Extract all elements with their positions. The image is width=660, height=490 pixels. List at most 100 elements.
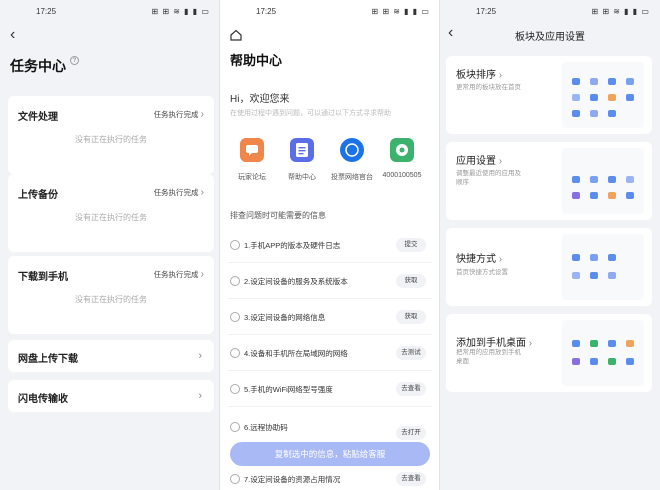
question-row: 2.设定间设备的服务及系统版本 获取 (228, 272, 432, 292)
question-row: 3.设定间设备的网络信息 获取 (228, 308, 432, 328)
preview-icon (608, 176, 616, 183)
preview-icon (608, 192, 616, 199)
circle-logo-icon (340, 138, 364, 162)
home-icon[interactable] (230, 28, 242, 41)
phone-icon (390, 138, 414, 162)
help-icon[interactable]: ? (70, 56, 79, 65)
preview-icon (572, 176, 580, 183)
chevron-right-icon: › (200, 269, 204, 280)
preview-icon (590, 94, 598, 101)
preview-icon (572, 94, 580, 101)
separator (228, 298, 432, 299)
radio-button[interactable] (230, 312, 240, 322)
preview-icon (626, 340, 634, 347)
separator (228, 406, 432, 407)
preview-icon (626, 358, 634, 365)
preview-icon (590, 176, 598, 183)
back-button[interactable]: ‹ (10, 26, 15, 44)
preview-icon (572, 78, 580, 85)
task-complete-link[interactable]: 任务执行完成 › (154, 269, 204, 280)
question-text: 3.设定间设备的网络信息 (244, 313, 326, 322)
preview-thumbnail (562, 234, 644, 300)
task-complete-link[interactable]: 任务执行完成 › (154, 109, 204, 120)
preview-icon (626, 78, 634, 85)
chat-icon (240, 138, 264, 162)
card-description: 把常用的应用放到手机桌面 (456, 349, 521, 365)
status-icons: ⊞ ⊞ ≋ ▮ ▮ ▭ (591, 7, 650, 16)
preview-icon (590, 192, 598, 199)
radio-button[interactable] (230, 384, 240, 394)
status-time: 17:25 (36, 7, 57, 16)
separator (228, 334, 432, 335)
preview-icon (626, 192, 634, 199)
app-label: 帮助中心 (288, 174, 316, 181)
radio-button[interactable] (230, 348, 240, 358)
task-center-screen: 17:25 ⊞ ⊞ ≋ ▮ ▮ ▭ ‹ 任务中心? 文件处理 任务执行完成 › … (0, 0, 220, 490)
question-action-button[interactable]: 获取 (396, 310, 426, 324)
task-complete-link[interactable]: 任务执行完成 › (154, 187, 204, 198)
radio-button[interactable] (230, 474, 240, 484)
section-label: 排查问题时可能需要的信息 (230, 211, 326, 220)
question-text: 2.设定间设备的服务及系统版本 (244, 277, 348, 286)
preview-icon (590, 272, 598, 279)
link-text: 任务执行完成 (153, 110, 199, 119)
radio-button[interactable] (230, 276, 240, 286)
app-label: 玩家论坛 (238, 174, 266, 181)
app-hotline[interactable]: 4000100505 (378, 138, 426, 179)
task-card-file-processing: 文件处理 任务执行完成 › 没有正在执行的任务 (8, 96, 214, 174)
preview-icon (572, 192, 580, 199)
question-action-button[interactable]: 去查看 (396, 382, 426, 396)
preview-icon (608, 358, 616, 365)
question-action-button[interactable]: 提交 (396, 238, 426, 252)
app-official-site[interactable]: 投票网络官台 (328, 138, 376, 182)
status-icons: ⊞ ⊞ ≋ ▮ ▮ ▭ (371, 7, 430, 16)
settings-card-shortcuts[interactable]: 快捷方式 › 首页快捷方式设置 (446, 228, 652, 306)
document-icon (290, 138, 314, 162)
card-title-text: 板块排序 (456, 70, 496, 81)
preview-icon (590, 340, 598, 347)
card-description: 首页快捷方式设置 (456, 269, 508, 276)
greeting-subtitle: 在使用过程中遇到问题，可以通过以下方式寻求帮助 (230, 110, 391, 117)
preview-icon (590, 358, 598, 365)
card-title: 文件处理 (18, 112, 58, 123)
card-title: 添加到手机桌面 › (456, 334, 532, 349)
settings-card-app-settings[interactable]: 应用设置 › 调整最近使用的应用及顺序 (446, 142, 652, 220)
question-action-button[interactable]: 去打开 (396, 426, 426, 440)
separator (228, 370, 432, 371)
card-title: 快捷方式 › (456, 250, 502, 265)
status-bar: 17:25 ⊞ ⊞ ≋ ▮ ▮ ▭ (0, 6, 220, 20)
settings-card-block-sort[interactable]: 板块排序 › 更常用的板块放在首页 (446, 56, 652, 134)
card-title-text: 快捷方式 (456, 254, 496, 265)
preview-icon (626, 176, 634, 183)
preview-thumbnail (562, 320, 644, 386)
question-text: 6.远程协助码 (244, 423, 288, 432)
chevron-right-icon: › (200, 109, 204, 120)
question-action-button[interactable]: 去测试 (396, 346, 426, 360)
page-title: 任务中心? (10, 56, 79, 76)
card-title: 上传备份 (18, 190, 58, 201)
card-description: 更常用的板块放在首页 (456, 84, 521, 91)
chevron-right-icon: › (498, 156, 503, 167)
link-text: 任务执行完成 (153, 270, 199, 279)
preview-icon (572, 254, 580, 261)
radio-button[interactable] (230, 422, 240, 432)
radio-button[interactable] (230, 240, 240, 250)
question-text: 4.设备和手机所在局域网的网络 (244, 349, 348, 358)
question-action-button[interactable]: 获取 (396, 274, 426, 288)
question-row: 4.设备和手机所在局域网的网络 去测试 (228, 344, 432, 364)
status-bar: 17:25 ⊞ ⊞ ≋ ▮ ▮ ▭ (220, 6, 440, 20)
row-flash-transfer[interactable]: 闪电传输收 › (8, 380, 214, 412)
app-forum[interactable]: 玩家论坛 (228, 138, 276, 182)
status-bar: 17:25 ⊞ ⊞ ≋ ▮ ▮ ▭ (440, 6, 660, 20)
app-help-center[interactable]: 帮助中心 (278, 138, 326, 182)
status-time: 17:25 (476, 7, 497, 16)
settings-card-add-to-home[interactable]: 添加到手机桌面 › 把常用的应用放到手机桌面 (446, 314, 652, 392)
question-text: 7.设定间设备的资源占用情况 (244, 475, 341, 484)
preview-icon (590, 78, 598, 85)
card-title: 应用设置 › (456, 152, 502, 167)
question-action-button[interactable]: 去查看 (396, 472, 426, 486)
row-cloud-transfer[interactable]: 网盘上传下载 › (8, 340, 214, 372)
question-row: 5.手机的WiFi网络型号强度 去查看 (228, 380, 432, 400)
preview-icon (590, 110, 598, 117)
copy-info-button[interactable]: 复制选中的信息，粘贴给客服 (230, 442, 430, 466)
